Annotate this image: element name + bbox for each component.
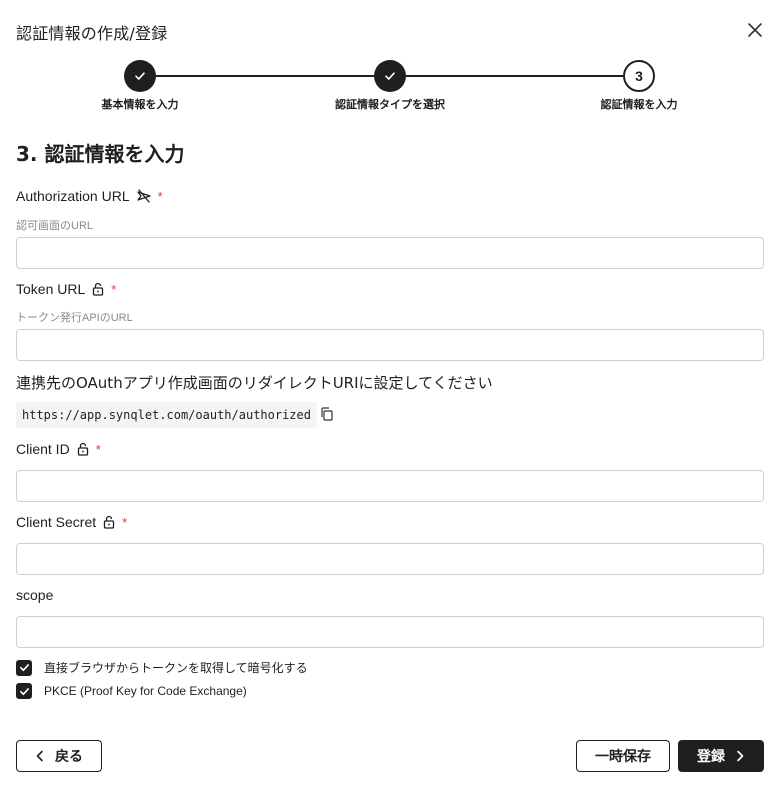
client-id-input[interactable] [16,470,764,502]
lock-icon [93,282,104,296]
step-2-circle [374,60,406,92]
register-button[interactable]: 登録 [678,740,764,772]
stepper-connector [156,75,374,77]
section-title: 3. 認証情報を入力 [16,142,185,166]
client-secret-label: Client Secret * [16,514,127,530]
step-2-label: 認証情報タイプを選択 [335,98,445,111]
token-url-label-text: Token URL [16,281,86,297]
step-1-circle [124,60,156,92]
step-1-label: 基本情報を入力 [101,98,179,111]
save-draft-button[interactable]: 一時保存 [576,740,670,772]
redirect-uri-note: 連携先のOAuthアプリ作成画面のリダイレクトURIに設定してください [16,374,493,392]
required-mark: * [122,514,128,530]
chevron-left-icon [36,750,43,762]
scope-label: scope [16,587,53,603]
stepper-connector [406,75,623,77]
check-icon [19,687,29,695]
required-mark: * [111,281,117,297]
encrypt-token-label: 直接ブラウザからトークンを取得して暗号化する [44,661,308,675]
close-icon[interactable] [744,19,766,41]
scope-label-text: scope [16,587,54,603]
check-icon [19,664,29,672]
copy-icon[interactable] [320,407,334,421]
authorization-url-label: Authorization URL * [16,188,163,204]
client-secret-label-text: Client Secret [16,514,97,530]
client-id-label-text: Client ID [16,441,70,457]
redirect-url-text: https://app.synqlet.com/oauth/authorized [22,408,311,422]
required-mark: * [95,441,101,457]
pkce-checkbox[interactable] [16,683,32,699]
pkce-option[interactable]: PKCE (Proof Key for Code Exchange) [16,683,247,699]
client-secret-input[interactable] [16,543,764,575]
step-3-number: 3 [635,68,643,84]
register-button-label: 登録 [697,749,725,765]
authorization-url-label-text: Authorization URL [16,188,130,204]
encrypt-token-checkbox[interactable] [16,659,32,676]
scope-input[interactable] [16,616,764,648]
token-url-label: Token URL * [16,281,116,297]
required-mark: * [157,188,163,204]
authorization-url-hint: 認可画面のURL [16,220,94,232]
save-draft-button-label: 一時保存 [595,749,651,765]
step-3-label: 認証情報を入力 [600,98,678,111]
check-icon [135,72,145,80]
pkce-label: PKCE (Proof Key for Code Exchange) [44,684,247,698]
eye-off-icon [136,189,151,203]
token-url-input[interactable] [16,329,764,361]
lock-icon [77,442,88,456]
lock-icon [104,515,115,529]
dialog-title: 認証情報の作成/登録 [16,24,168,43]
step-3-circle: 3 [623,60,655,92]
encrypt-token-option[interactable]: 直接ブラウザからトークンを取得して暗号化する [16,659,308,676]
back-button-label: 戻る [55,749,83,765]
chevron-right-icon [737,750,744,762]
token-url-hint: トークン発行APIのURL [16,312,133,324]
redirect-url-chip: https://app.synqlet.com/oauth/authorized [16,402,317,428]
check-icon [385,72,395,80]
authorization-url-input[interactable] [16,237,764,269]
client-id-label: Client ID * [16,441,101,457]
back-button[interactable]: 戻る [16,740,102,772]
